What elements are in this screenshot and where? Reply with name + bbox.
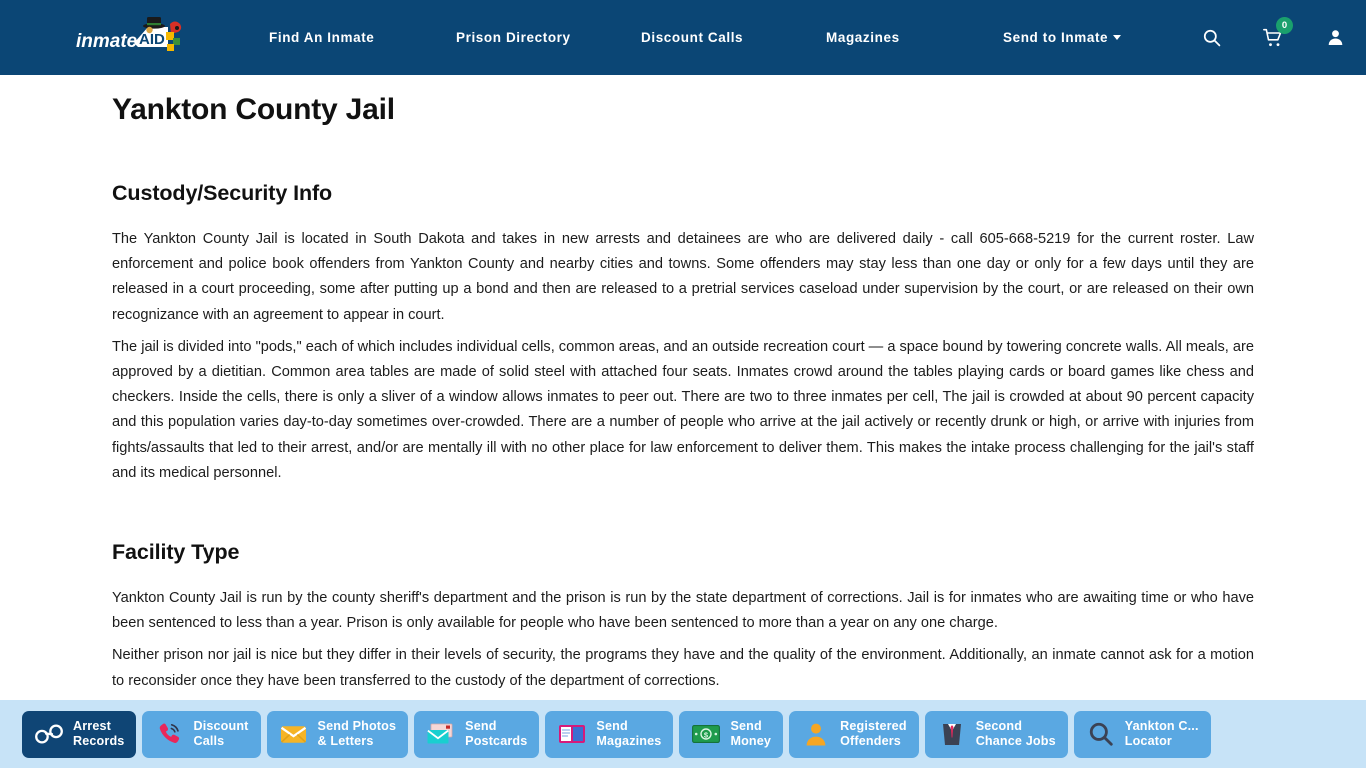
suit-icon (937, 719, 967, 749)
svg-text:inmate: inmate (76, 31, 138, 52)
section-heading-custody-security-info: Custody/Security Info (112, 181, 333, 205)
phone-icon (154, 719, 184, 749)
paragraph: Yankton County Jail is run by the county… (112, 590, 1254, 632)
toolbar-button-send-magazines[interactable]: Send Magazines (545, 710, 674, 758)
person-icon (801, 719, 831, 749)
toolbar-button-label: Send Postcards (465, 719, 528, 748)
paragraph: Neither prison nor jail is nice but they… (112, 647, 1254, 689)
nav-label: Prison Directory (456, 30, 571, 45)
magnifier-icon (1086, 719, 1116, 749)
account-button[interactable] (1304, 0, 1366, 75)
toolbar-button-second-chance-jobs[interactable]: Second Chance Jobs (924, 710, 1068, 758)
site-logo[interactable]: inmate AID (76, 17, 188, 59)
toolbar-button-label: Yankton C... Locator (1124, 719, 1199, 748)
section-heading-facility-type: Facility Type (112, 540, 240, 565)
header-icon-group: 0 (1180, 0, 1366, 75)
toolbar-button-label: Send Magazines (596, 719, 662, 748)
toolbar-button-arrest-records[interactable]: Arrest Records (22, 710, 137, 758)
toolbar-button-label: Send Money (730, 719, 772, 748)
article-container: Yankton County Jail Custody/Security Inf… (0, 75, 1366, 694)
toolbar-button-send-postcards[interactable]: Send Postcards (414, 710, 540, 758)
envelope-icon (279, 719, 309, 749)
money-icon: $ (691, 719, 721, 749)
site-header: inmate AID Find An Inmate Prison Directo… (0, 0, 1366, 75)
user-icon (1328, 30, 1342, 46)
nav-item-magazines[interactable]: Magazines (805, 22, 985, 53)
svg-text:AID: AID (139, 31, 165, 48)
main-navigation: Find An Inmate Prison Directory Discount… (250, 0, 1145, 75)
toolbar-button-label: Arrest Records (73, 719, 125, 748)
book-icon (557, 719, 587, 749)
toolbar-button-registered-offenders[interactable]: Registered Offenders (789, 710, 919, 758)
toolbar-button-send-photos-and-letters[interactable]: Send Photos & Letters (266, 710, 409, 758)
toolbar-button-discount-calls[interactable]: Discount Calls (142, 710, 261, 758)
nav-label: Find An Inmate (269, 30, 375, 45)
postcard-icon (426, 719, 456, 749)
nav-label: Discount Calls (641, 30, 744, 45)
nav-item-find-an-inmate[interactable]: Find An Inmate (250, 22, 436, 53)
nav-label: Send to Inmate (1003, 30, 1109, 45)
bottom-action-toolbar: Arrest Records Discount Calls Send Photo… (0, 700, 1366, 768)
nav-item-prison-directory[interactable]: Prison Directory (436, 22, 622, 53)
page-title: Yankton County Jail (112, 93, 395, 126)
paragraph: The Yankton County Jail is located in So… (112, 231, 1254, 323)
toolbar-button-county-locator[interactable]: Yankton C... Locator (1073, 710, 1211, 758)
main-content: Yankton County Jail Custody/Security Inf… (0, 75, 1366, 700)
chevron-down-icon (1113, 35, 1122, 40)
handcuffs-icon (34, 719, 64, 749)
search-icon (1203, 29, 1220, 47)
nav-item-discount-calls[interactable]: Discount Calls (622, 22, 805, 53)
paragraph: The jail is divided into "pods," each of… (112, 338, 1254, 481)
toolbar-button-label: Second Chance Jobs (975, 719, 1056, 748)
search-button[interactable] (1180, 0, 1242, 75)
nav-item-send-to-inmate[interactable]: Send to Inmate (985, 22, 1145, 53)
toolbar-button-label: Registered Offenders (840, 719, 907, 748)
nav-label: Magazines (826, 30, 900, 45)
toolbar-button-label: Send Photos & Letters (317, 719, 397, 748)
cart-button[interactable]: 0 (1242, 0, 1304, 75)
toolbar-button-send-money[interactable]: $ Send Money (679, 710, 784, 758)
cart-count-badge: 0 (1276, 17, 1293, 34)
inmate-aid-logo-icon: inmate AID (76, 17, 182, 52)
toolbar-button-label: Discount Calls (193, 719, 249, 748)
